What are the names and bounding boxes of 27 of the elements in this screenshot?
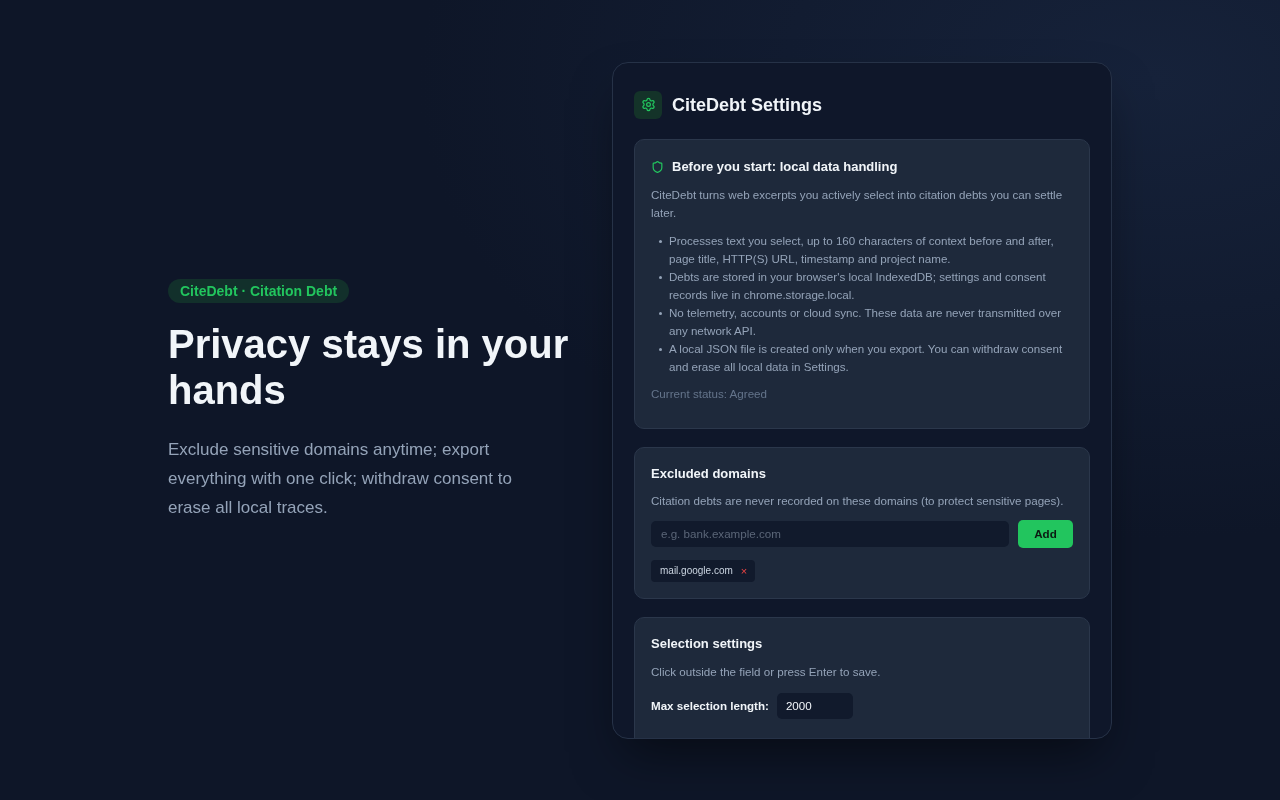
bullet-icon bbox=[659, 311, 662, 315]
card-title: Excluded domains bbox=[651, 464, 767, 483]
hero-description: Exclude sensitive domains anytime; export everything with one click; withdraw consent to erase all local traces. bbox=[168, 438, 513, 519]
card-title: Before you start: local data handling bbox=[672, 157, 898, 176]
bullet-icon bbox=[659, 347, 662, 351]
bullet-icon bbox=[659, 239, 662, 243]
add-button[interactable]: Add bbox=[1018, 519, 1073, 548]
field-label: Max selection length: bbox=[651, 697, 769, 714]
intro-text: CiteDebt turns web excerpts you actively select into citation debts you can settle later. bbox=[651, 186, 1064, 221]
remove-button[interactable]: × bbox=[740, 563, 748, 578]
hint-text: Click outside the field or press Enter to save. bbox=[651, 663, 882, 680]
number-input-field[interactable]: 2000 bbox=[776, 692, 853, 719]
card-title: Selection settings bbox=[651, 634, 764, 653]
list-item-text: Debts are stored in your browser's local IndexedDB; settings and consent records live in chrome.storage.local. bbox=[669, 268, 1047, 303]
list-item-text: No telemetry, accounts or cloud sync. These data are never transmitted over any network API. bbox=[669, 304, 1062, 339]
product-badge: CiteDebt · Citation Debt bbox=[168, 278, 350, 303]
panel-title: CiteDebt Settings bbox=[672, 93, 822, 117]
status-text: Current status: Agreed bbox=[651, 385, 768, 402]
description-text: Citation debts are never recorded on these domains (to protect sensitive pages). bbox=[651, 492, 1065, 509]
bullet-icon bbox=[659, 275, 662, 279]
domain-input-field[interactable]: e.g. bank.example.com bbox=[651, 520, 1009, 547]
gear-icon bbox=[634, 90, 662, 119]
list-item-text: Processes text you select, up to 160 characters of context before and after, page title, HTTP(S) URL, timestamp and project name. bbox=[669, 232, 1055, 267]
hero-title: Privacy stays in your hands bbox=[168, 320, 570, 413]
shield-icon bbox=[651, 159, 664, 174]
list-item-text: A local JSON file is created only when you export. You can withdraw consent and erase all local data in Settings. bbox=[669, 340, 1064, 375]
domain-text: mail.google.com bbox=[660, 563, 733, 578]
